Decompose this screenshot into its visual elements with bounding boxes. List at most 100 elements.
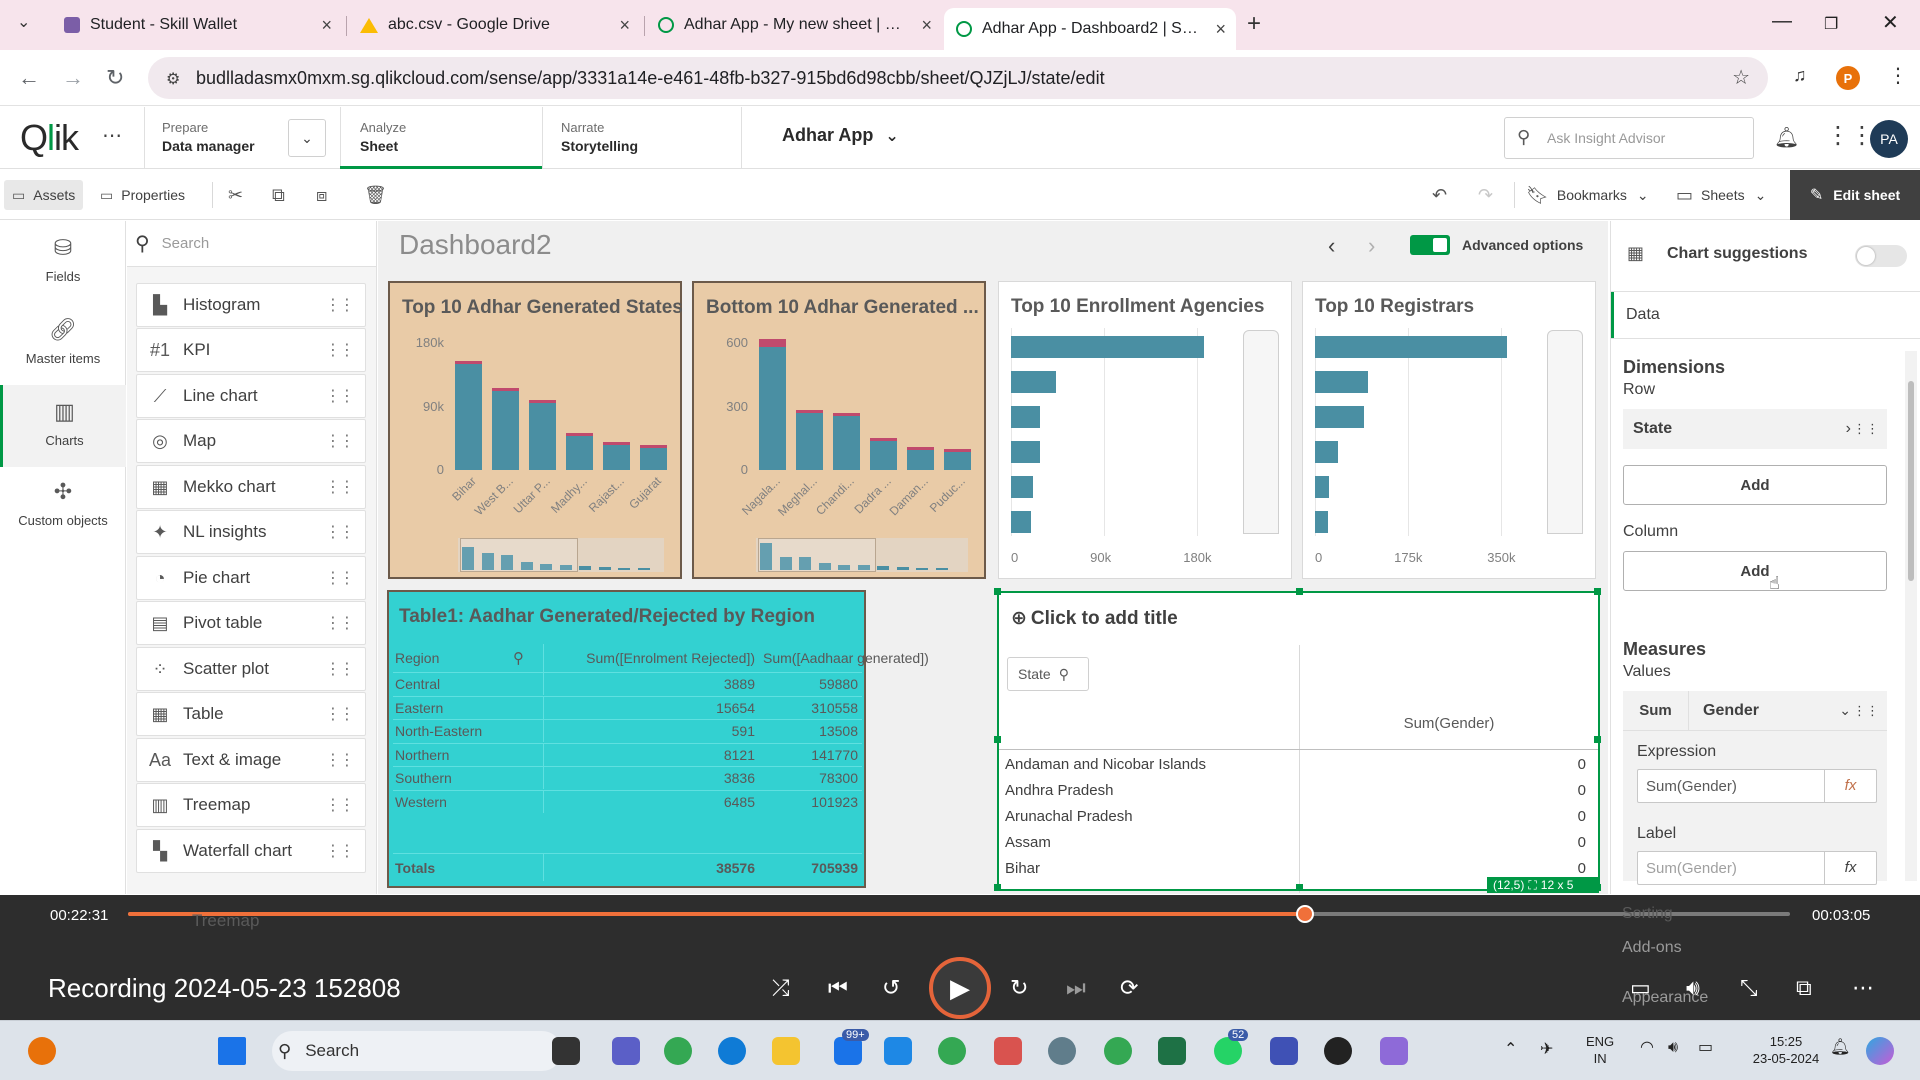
site-info-icon[interactable]: ⚙ (166, 69, 180, 89)
cell-state[interactable]: Arunachal Pradesh (999, 808, 1299, 825)
bar-segment[interactable] (455, 360, 482, 365)
table-row[interactable]: Western 6485 101923 (393, 789, 862, 813)
app-red-icon[interactable] (994, 1037, 1022, 1065)
table-row[interactable]: North-Eastern 591 13508 (393, 719, 862, 742)
reload-icon[interactable]: ↻ (106, 65, 124, 91)
bar[interactable] (1011, 406, 1040, 428)
cell-region[interactable]: Central (393, 676, 543, 692)
resize-handle[interactable] (1296, 884, 1303, 891)
bookmark-star-icon[interactable]: ☆ (1732, 65, 1750, 90)
drag-grip-icon[interactable]: ⋮⋮ (325, 431, 355, 451)
bar-segment[interactable] (566, 432, 593, 436)
prepare-dropdown-button[interactable]: ⌄ (288, 119, 326, 157)
nav-prepare[interactable]: Prepare Data manager (162, 119, 255, 155)
table-row[interactable]: Eastern 15654 310558 (393, 695, 862, 719)
table-region-summary[interactable]: Table1: Aadhar Generated/Rejected by Reg… (387, 590, 929, 888)
app-grid-icon[interactable]: ⋮⋮ (1826, 121, 1874, 150)
pivot-row[interactable]: Arunachal Pradesh 0 (999, 803, 1598, 829)
close-icon[interactable]: × (619, 15, 630, 36)
bar[interactable] (1315, 406, 1365, 428)
bar[interactable] (566, 432, 593, 470)
column-header-region[interactable]: Region ⚲ (393, 649, 543, 667)
drag-grip-icon[interactable]: ⋮⋮ (325, 568, 355, 588)
tab-search-chevron-icon[interactable]: ⌄ (17, 12, 30, 32)
chart-item-text-image[interactable]: Aa Text & image ⋮⋮ (136, 738, 366, 782)
advanced-options-toggle[interactable] (1410, 235, 1450, 255)
chrome-second-icon[interactable] (1104, 1037, 1132, 1065)
drag-grip-icon[interactable]: ⋮⋮ (325, 841, 355, 861)
mini-chart-window[interactable] (758, 538, 876, 572)
profile-avatar[interactable]: P (1836, 66, 1860, 90)
bar[interactable] (455, 360, 482, 470)
chart-top10-states[interactable]: Top 10 Adhar Generated States 180k 90k 0 Bi… (388, 281, 683, 579)
windows-start-icon[interactable] (218, 1037, 246, 1065)
bar[interactable] (1011, 371, 1056, 393)
resize-handle[interactable] (994, 736, 1001, 743)
forward-30-icon[interactable]: ↻ (1010, 975, 1028, 1001)
drag-grip-icon[interactable]: ⋮⋮ (325, 386, 355, 406)
undo-icon[interactable]: ↶ (1432, 180, 1447, 210)
assets-button[interactable]: ▭ Assets (4, 180, 84, 210)
minimize-icon[interactable]: — (1772, 10, 1792, 33)
row-field-state[interactable]: State › ⋮⋮ (1623, 409, 1887, 449)
chart-item-waterfall-chart[interactable]: ▚ Waterfall chart ⋮⋮ (136, 829, 366, 873)
skip-next-icon[interactable]: ⏭ (1066, 975, 1086, 1001)
chart-top10-registrars[interactable]: Top 10 Registrars 0 175k 350k (1302, 281, 1596, 579)
state-dimension-chip[interactable]: State ⚲ (1007, 657, 1089, 691)
fx-icon[interactable]: fx (1824, 852, 1876, 884)
restore-icon[interactable]: ❐ (1824, 14, 1838, 34)
nav-analyze[interactable]: Analyze Sheet (360, 119, 406, 155)
media-control-icon[interactable]: ♫ (1793, 65, 1807, 86)
search-icon[interactable]: ⚲ (513, 649, 524, 667)
copilot-icon[interactable] (1866, 1037, 1894, 1065)
tab-my-new-sheet[interactable]: Adhar App - My new sheet | Sh × (646, 8, 942, 42)
pivot-table-selected[interactable]: ⊕ Click to add title State ⚲ Sum(Gender)… (994, 588, 1601, 893)
minimize-player-icon[interactable]: ⤡ (1740, 975, 1758, 1001)
cell-region[interactable]: Southern (393, 770, 543, 786)
next-sheet-icon[interactable]: › (1368, 233, 1375, 259)
edit-sheet-button[interactable]: ✎ Edit sheet (1790, 170, 1920, 220)
bar-segment[interactable] (944, 448, 971, 452)
resize-handle[interactable] (1594, 736, 1601, 743)
cut-icon[interactable]: ✂ (228, 180, 243, 210)
resize-handle[interactable] (1296, 588, 1303, 595)
pivot-row[interactable]: Andaman and Nicobar Islands 0 (999, 751, 1598, 777)
snipping-tool-icon[interactable] (1380, 1037, 1408, 1065)
language-indicator[interactable]: ENG IN (1586, 1033, 1614, 1067)
drag-grip-icon[interactable]: ⋮⋮ (1853, 421, 1879, 437)
speaker-icon[interactable]: 🔊︎ (1668, 1039, 1678, 1056)
taskbar-search[interactable]: ⚲ Search (272, 1031, 562, 1071)
chart-item-kpi[interactable]: #1 KPI ⋮⋮ (136, 328, 366, 372)
bar[interactable] (759, 338, 786, 470)
bar-segment[interactable] (492, 388, 519, 392)
pivot-row[interactable]: Assam 0 (999, 829, 1598, 855)
table-row[interactable]: Central 3889 59880 (393, 672, 862, 695)
copy-icon[interactable]: ⧉ (272, 180, 285, 210)
file-explorer-icon[interactable] (552, 1037, 580, 1065)
whatsapp-icon[interactable] (1214, 1037, 1242, 1065)
bar[interactable] (796, 409, 823, 470)
bar[interactable] (833, 412, 860, 470)
drag-grip-icon[interactable]: ⋮⋮ (325, 522, 355, 542)
measure-header-row[interactable]: Sum Gender ⌄ ⋮⋮ (1623, 690, 1887, 731)
forward-arrow-icon[interactable]: → (62, 65, 84, 91)
notification-bell-icon[interactable]: 🔔︎ (1830, 1039, 1850, 1056)
play-button[interactable]: ▶ (929, 957, 991, 1019)
rewind-10-icon[interactable]: ↺ (882, 975, 900, 1001)
bar-segment[interactable] (759, 338, 786, 348)
close-icon[interactable]: × (321, 15, 332, 36)
tray-chevron-icon[interactable]: ⌃ (1504, 1041, 1517, 1058)
cell-region[interactable]: Eastern (393, 700, 543, 716)
rail-item-charts[interactable]: ▥ Charts (0, 385, 126, 467)
mini-chart-scrollbar[interactable] (458, 538, 664, 572)
add-title-prompt[interactable]: ⊕ Click to add title (1011, 607, 1178, 630)
bar-segment[interactable] (603, 441, 630, 445)
chart-item-treemap[interactable]: ▥ Treemap ⋮⋮ (136, 783, 366, 827)
media-player-icon[interactable] (1324, 1037, 1352, 1065)
delete-icon[interactable]: 🗑︎ (364, 180, 387, 210)
shuffle-icon[interactable]: ⤮ (772, 975, 790, 1001)
skip-previous-icon[interactable]: ⏮ (828, 975, 848, 1001)
browser-menu-icon[interactable]: ⋮ (1888, 63, 1908, 88)
bar[interactable] (1315, 476, 1330, 498)
chart-item-line-chart[interactable]: ⟋ Line chart ⋮⋮ (136, 374, 366, 418)
